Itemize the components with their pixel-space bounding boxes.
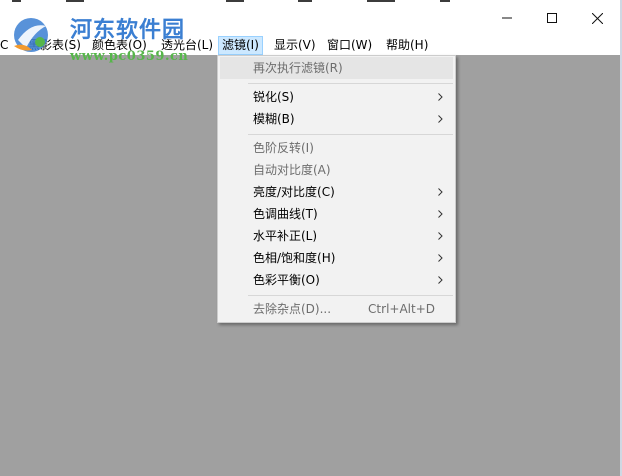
close-icon [591,12,603,24]
menu-level-correction-label: 水平补正(L) [253,229,318,243]
menu-color-balance-label: 色彩平衡(O) [253,273,320,287]
menu-sharpen[interactable]: 锐化(S) [220,86,453,108]
watermark-url: www.pc0359.cn [70,49,189,64]
chevron-right-icon [435,247,445,269]
title-text-fragment [298,0,312,2]
menu-separator [248,295,453,296]
menu-auto-contrast[interactable]: 自动对比度(A) [220,159,453,181]
menu-separator [248,83,453,84]
chevron-right-icon [435,86,445,108]
menu-item-help[interactable]: 帮助(H) [382,36,432,55]
chevron-right-icon [435,225,445,247]
title-text-fragment [66,0,84,2]
watermark-title: 河东软件园 [70,17,186,43]
title-text-fragment [440,0,450,2]
menu-blur-label: 模糊(B) [253,112,295,126]
menu-repeat-filter[interactable]: 再次执行滤镜(R) [220,57,453,79]
chevron-right-icon [435,269,445,291]
minimize-button[interactable] [484,0,530,36]
menu-auto-contrast-label: 自动对比度(A) [253,163,331,177]
menu-invert-levels[interactable]: 色阶反转(I) [220,137,453,159]
chevron-right-icon [435,203,445,225]
menu-brightness-contrast[interactable]: 亮度/对比度(C) [220,181,453,203]
site-watermark: 河东软件园 www.pc0359.cn [0,8,210,68]
menu-hue-saturation[interactable]: 色相/饱和度(H) [220,247,453,269]
menu-tone-curve-label: 色调曲线(T) [253,207,318,221]
menu-invert-levels-label: 色阶反转(I) [253,141,314,155]
menu-item-filter[interactable]: 滤镜(I) [218,36,263,55]
watermark-logo-icon [14,18,48,52]
menu-hue-saturation-label: 色相/饱和度(H) [253,251,336,265]
menu-blur[interactable]: 模糊(B) [220,108,453,130]
menu-level-correction[interactable]: 水平补正(L) [220,225,453,247]
maximize-button[interactable] [529,0,575,36]
chevron-right-icon [435,181,445,203]
chevron-right-icon [435,108,445,130]
menu-tone-curve[interactable]: 色调曲线(T) [220,203,453,225]
menu-item-window[interactable]: 窗口(W) [323,36,376,55]
menu-brightness-contrast-label: 亮度/对比度(C) [253,185,335,199]
menu-remove-noise-label: 去除杂点(D)... [253,302,332,316]
filter-dropdown-menu: 再次执行滤镜(R) 锐化(S) 模糊(B) 色阶反转(I) 自动对比度(A) 亮… [217,55,456,323]
maximize-icon [547,13,557,23]
menu-remove-noise-shortcut: Ctrl+Alt+D [368,302,435,316]
menu-repeat-filter-label: 再次执行滤镜(R) [253,61,343,75]
title-text-fragment [12,0,21,2]
close-button[interactable] [574,0,620,36]
menu-color-balance[interactable]: 色彩平衡(O) [220,269,453,291]
menu-item-view[interactable]: 显示(V) [270,36,320,55]
menu-sharpen-label: 锐化(S) [253,90,294,104]
minimize-icon [502,17,512,19]
menu-separator [248,134,453,135]
menu-remove-noise[interactable]: 去除杂点(D)... Ctrl+Alt+D [220,298,453,320]
title-text-fragment [367,0,395,2]
title-text-fragment [226,0,244,2]
